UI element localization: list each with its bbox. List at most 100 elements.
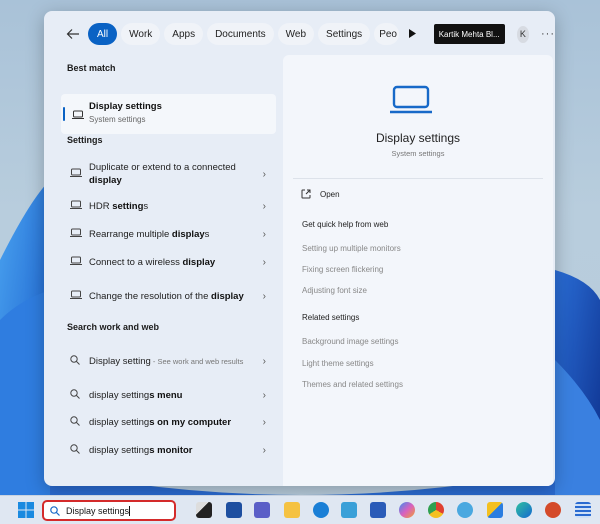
chevron-right-icon: › [262, 290, 266, 302]
result-subtext: - See work and web results [150, 356, 244, 366]
related-link[interactable]: Themes and related settings [302, 380, 403, 389]
search-icon [70, 413, 80, 431]
selection-indicator [63, 107, 65, 121]
help-link[interactable]: Adjusting font size [302, 286, 367, 295]
settings-result-item[interactable]: Rearrange multiple displays › [61, 226, 276, 242]
quick-help-heading: Get quick help from web [302, 220, 389, 229]
mydgr-app-icon[interactable] [341, 502, 357, 518]
search-flyout: All Work Apps Documents Web Settings Peo… [44, 11, 555, 486]
search-icon [70, 386, 80, 404]
related-link[interactable]: Light theme settings [302, 359, 374, 368]
chevron-right-icon: › [262, 200, 266, 212]
result-text: Change the resolution of the [89, 290, 212, 302]
chevron-right-icon: › [262, 416, 266, 428]
best-match-item[interactable]: Display settings System settings [61, 94, 276, 134]
file-explorer-icon[interactable] [284, 502, 300, 518]
microsoft-store-icon[interactable] [226, 502, 242, 518]
search-work-web-heading: Search work and web [67, 322, 160, 332]
microsoft-word-icon[interactable] [370, 502, 386, 518]
web-result-item[interactable]: display settings monitor › [61, 442, 276, 458]
search-icon [70, 441, 80, 459]
open-external-icon [301, 189, 311, 199]
filter-all[interactable]: All [88, 23, 118, 45]
settings-heading: Settings [67, 135, 103, 145]
settings-result-item[interactable]: Connect to a wireless display › [61, 254, 276, 270]
filter-web[interactable]: Web [277, 23, 315, 45]
preview-title: Display settings [375, 131, 461, 145]
search-icon [70, 352, 80, 370]
chevron-right-icon: › [262, 444, 266, 456]
web-result-item[interactable]: display settings on my computer › [61, 414, 276, 430]
laptop-icon [70, 197, 82, 215]
result-text: display setting [89, 444, 150, 456]
taskbar-search-input[interactable]: Display settings [42, 500, 176, 521]
best-match-subtitle: System settings [89, 115, 146, 124]
filter-documents[interactable]: Documents [207, 23, 274, 45]
arrow-left-icon [66, 29, 79, 39]
onedrive-icon[interactable] [487, 502, 503, 518]
related-link[interactable]: Background image settings [302, 337, 399, 346]
preview-pane: Display settings System settings Open Ge… [283, 55, 553, 486]
filter-people[interactable]: Peo [374, 23, 399, 45]
microsoft-edge-icon[interactable] [516, 502, 532, 518]
more-options-button[interactable]: ··· [541, 28, 555, 40]
laptop-icon [70, 165, 82, 183]
chevron-right-icon: › [262, 256, 266, 268]
result-text: Duplicate or extend to a connected [89, 162, 236, 173]
result-text: Connect to a wireless [89, 256, 183, 268]
help-link[interactable]: Fixing screen flickering [302, 265, 383, 274]
windows-logo-icon [18, 502, 34, 518]
task-view-icon[interactable] [196, 502, 212, 518]
result-text: HDR [89, 200, 113, 212]
search-query-text: Display settings [66, 505, 130, 516]
laptop-icon [70, 225, 82, 243]
laptop-icon [72, 107, 84, 125]
result-text: display setting [89, 389, 150, 401]
open-button[interactable]: Open [301, 189, 340, 199]
avatar[interactable]: K [516, 25, 529, 43]
result-text: s [143, 200, 149, 212]
organization-account-button[interactable]: Kartik Mehta Bl... [433, 24, 505, 44]
chevron-right-icon: › [262, 168, 266, 180]
settings-result-item[interactable]: Change the resolution of the display › [61, 281, 276, 311]
open-label: Open [320, 189, 340, 199]
laptop-icon [390, 85, 432, 120]
web-result-item[interactable]: display settings menu › [61, 387, 276, 403]
back-button[interactable] [66, 25, 80, 43]
laptop-icon [70, 253, 82, 271]
result-match-text: display [182, 256, 216, 268]
result-match-text: display [89, 175, 122, 186]
filter-work[interactable]: Work [121, 23, 161, 45]
notepad-icon[interactable] [575, 502, 591, 518]
laptop-icon [70, 287, 82, 305]
divider [293, 178, 543, 179]
scroll-filters-right-button[interactable] [408, 28, 416, 40]
result-text: display setting [89, 416, 150, 428]
play-arrow-icon [408, 28, 416, 38]
search-icon [50, 505, 60, 516]
start-button[interactable] [18, 502, 34, 518]
result-match-text: display [211, 290, 244, 302]
help-link[interactable]: Setting up multiple monitors [302, 244, 401, 253]
result-match-text: display [171, 228, 205, 240]
result-match-text: s menu [149, 389, 183, 401]
filter-bar: All Work Apps Documents Web Settings Peo… [44, 11, 555, 57]
filter-settings[interactable]: Settings [318, 23, 371, 45]
google-chrome-icon[interactable] [428, 502, 444, 518]
microsoft-powerpoint-icon[interactable] [545, 502, 561, 518]
settings-result-item[interactable]: Duplicate or extend to a connected displ… [61, 159, 276, 189]
copilot-icon[interactable] [399, 502, 415, 518]
filter-apps[interactable]: Apps [164, 23, 204, 45]
microsoft-teams-icon[interactable] [254, 502, 270, 518]
weather-icon[interactable] [457, 502, 473, 518]
preview-subtitle: System settings [391, 149, 445, 158]
best-match-heading: Best match [67, 63, 116, 73]
best-match-title: Display settings [89, 101, 162, 112]
result-match-text: setting [112, 200, 144, 212]
result-text: s [204, 228, 210, 240]
web-result-item[interactable]: Display setting - See work and web resul… [61, 347, 276, 375]
taskbar: Display settings [0, 495, 600, 524]
get-help-icon[interactable] [313, 502, 329, 518]
text-cursor [129, 505, 131, 516]
settings-result-item[interactable]: HDR settings › [61, 198, 276, 214]
